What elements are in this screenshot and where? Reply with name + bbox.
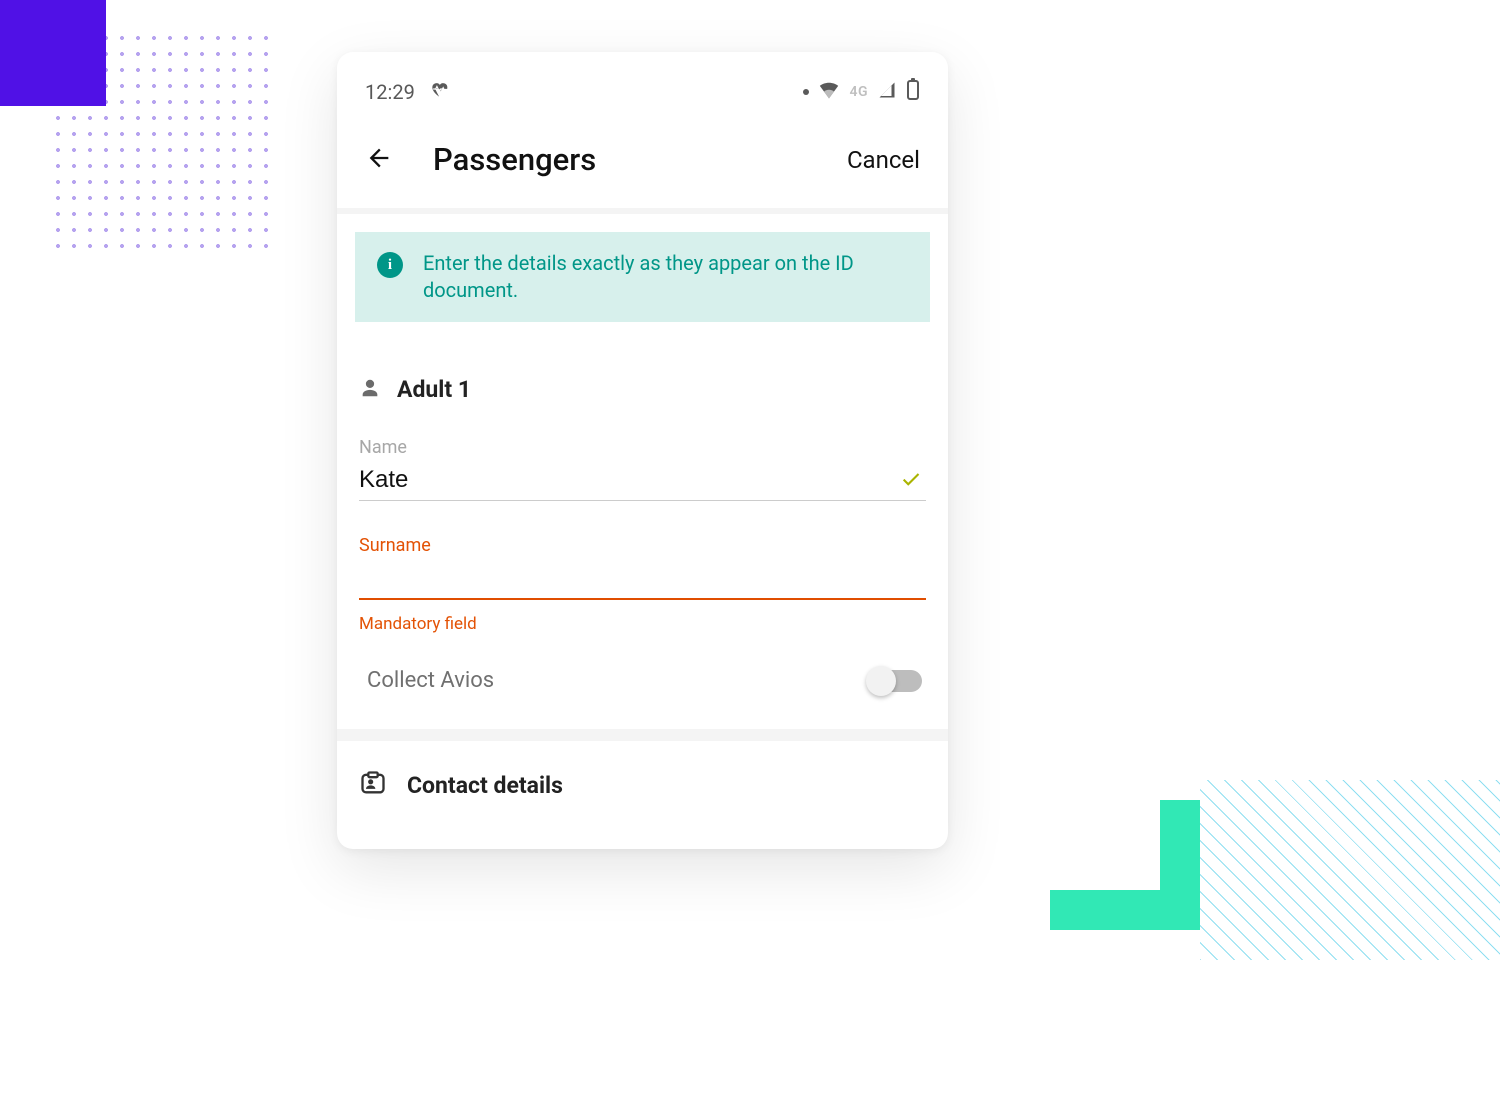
decorative-diagonal-lines — [1200, 780, 1500, 960]
page-title: Passengers — [433, 141, 807, 178]
surname-input[interactable] — [359, 562, 926, 594]
surname-field: Surname Mandatory field — [355, 535, 930, 634]
cancel-button[interactable]: Cancel — [847, 146, 920, 174]
contact-card-icon — [359, 769, 387, 801]
decorative-green-notch — [1050, 800, 1200, 930]
section-divider — [337, 729, 948, 741]
name-input[interactable] — [359, 464, 900, 496]
name-field: Name — [355, 437, 930, 501]
status-dot-icon — [803, 89, 809, 95]
name-label: Name — [359, 437, 926, 458]
back-arrow-icon[interactable] — [365, 144, 393, 176]
nav-bar: Passengers Cancel — [337, 117, 948, 208]
network-label: 4G — [849, 84, 868, 100]
wifi-icon — [819, 80, 839, 104]
contact-details-title: Contact details — [407, 772, 563, 799]
check-icon — [900, 467, 922, 493]
toggle-knob — [866, 666, 896, 696]
battery-icon — [906, 78, 920, 105]
decorative-purple-square — [0, 0, 106, 106]
collect-avios-toggle[interactable] — [870, 670, 922, 692]
info-icon: i — [377, 252, 403, 278]
info-banner: i Enter the details exactly as they appe… — [355, 232, 930, 322]
status-bar: 12:29 4G — [337, 52, 948, 117]
surname-error-text: Mandatory field — [359, 614, 926, 634]
signal-icon — [878, 80, 896, 104]
contact-details-panel[interactable]: Contact details — [337, 741, 948, 849]
person-icon — [359, 377, 381, 403]
surname-label: Surname — [359, 535, 926, 556]
passenger-section-header: Adult 1 — [355, 376, 930, 403]
collect-avios-label: Collect Avios — [367, 668, 494, 693]
phone-frame: 12:29 4G Passengers Cancel — [337, 52, 948, 849]
info-banner-text: Enter the details exactly as they appear… — [423, 250, 908, 304]
status-time: 12:29 — [365, 80, 415, 104]
collect-avios-row: Collect Avios — [355, 634, 930, 729]
heart-rate-icon — [429, 79, 449, 104]
passenger-section-title: Adult 1 — [397, 376, 471, 403]
